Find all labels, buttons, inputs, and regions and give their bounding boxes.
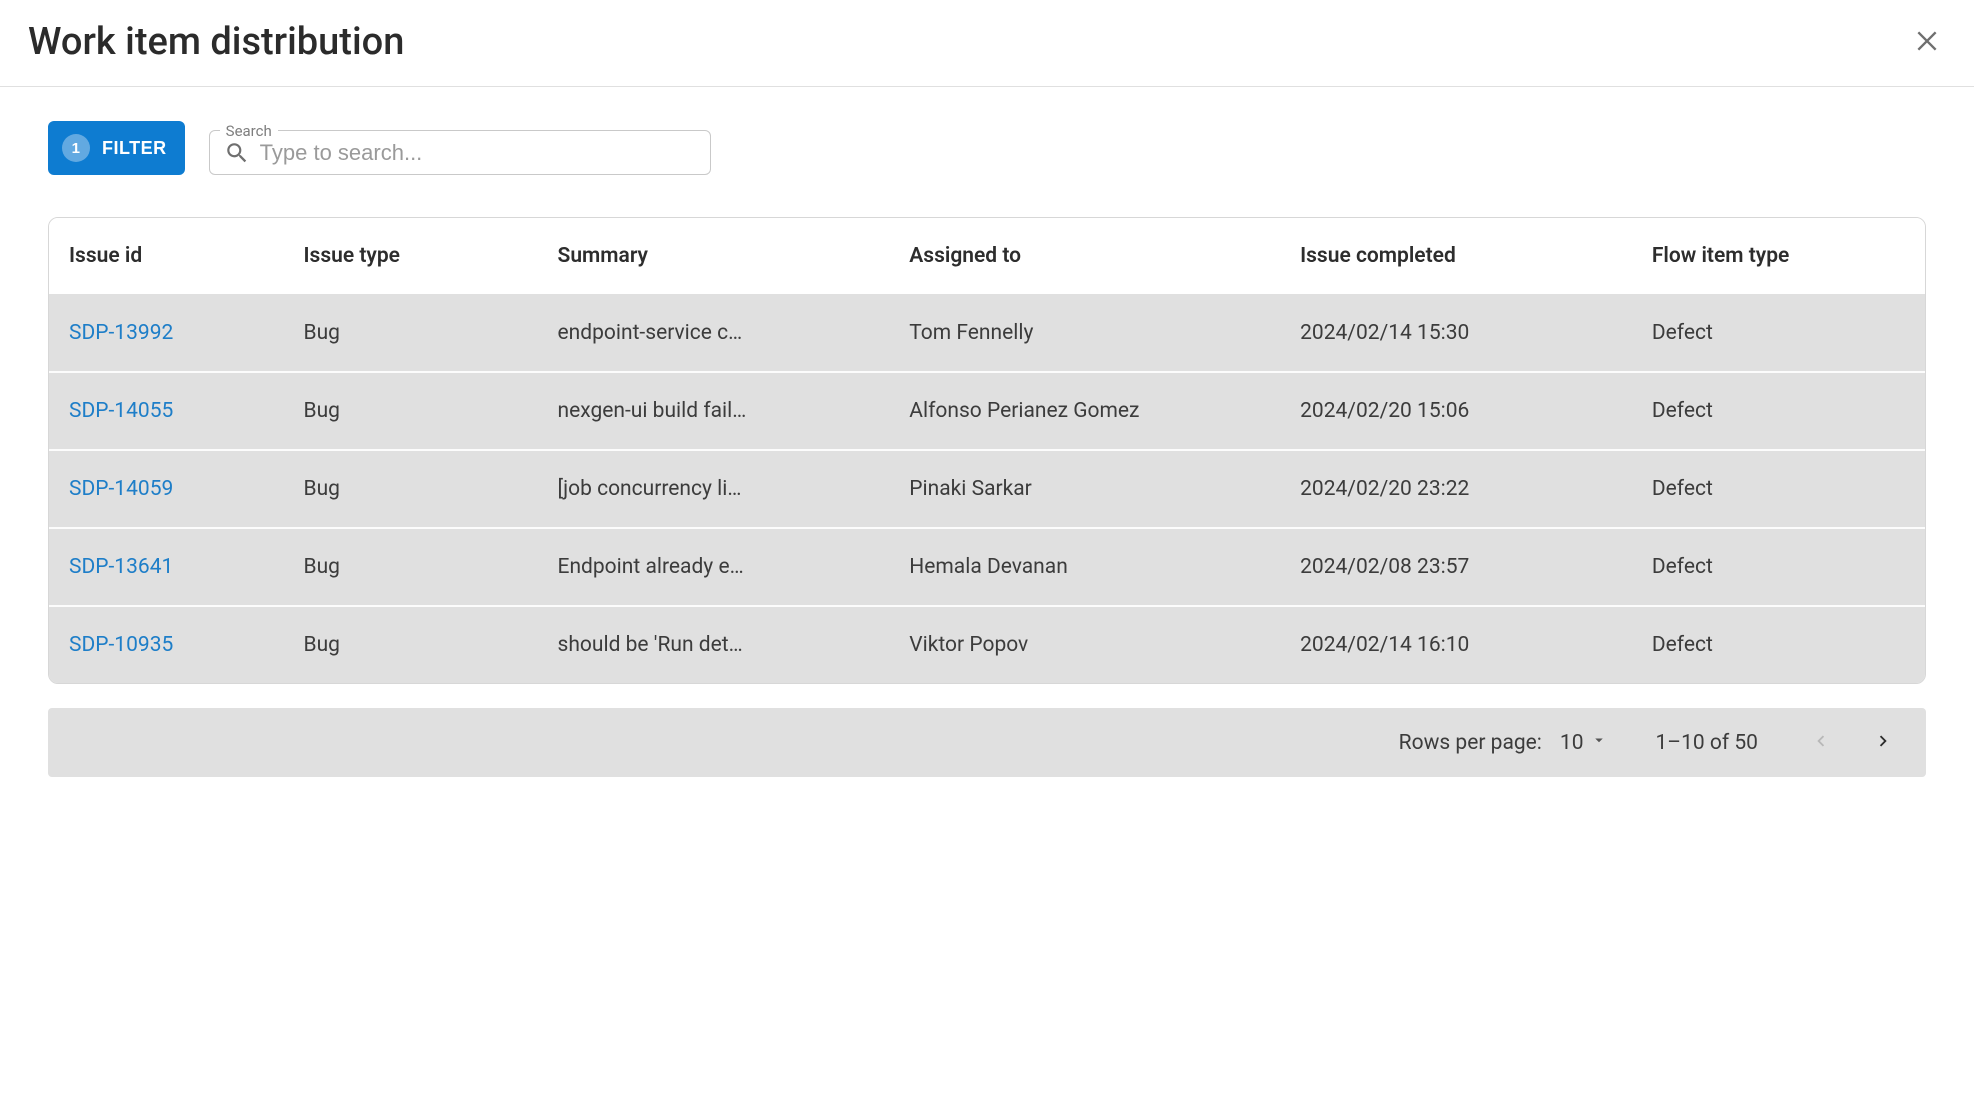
cell-summary: Endpoint already e… xyxy=(538,528,890,606)
cell-flow-item-type: Defect xyxy=(1632,528,1925,606)
close-icon xyxy=(1914,28,1940,57)
cell-issue-id: SDP-10935 xyxy=(49,606,283,683)
search-input[interactable] xyxy=(260,140,696,166)
cell-summary: should be 'Run det… xyxy=(538,606,890,683)
cell-flow-item-type: Defect xyxy=(1632,606,1925,683)
cell-issue-type: Bug xyxy=(283,606,537,683)
page-nav xyxy=(1806,726,1898,759)
chevron-right-icon xyxy=(1872,730,1894,755)
column-header-issue-id[interactable]: Issue id xyxy=(49,218,283,295)
dialog: Work item distribution 1 FILTER Search xyxy=(0,0,1974,1110)
cell-assigned-to: Hemala Devanan xyxy=(889,528,1280,606)
filter-button-label: FILTER xyxy=(102,138,167,159)
pagination-range: 1–10 of 50 xyxy=(1656,731,1759,755)
table-row[interactable]: SDP-10935 Bugshould be 'Run det…Viktor Po… xyxy=(49,606,1925,683)
cell-issue-completed: 2024/02/14 16:10 xyxy=(1280,606,1632,683)
issue-id-link[interactable]: SDP-14055 xyxy=(69,399,173,423)
dropdown-arrow-icon xyxy=(1590,731,1608,755)
table-header-row: Issue id Issue type Summary Assigned to … xyxy=(49,218,1925,295)
table-row[interactable]: SDP-14059 Bug[job concurrency li…Pinaki S… xyxy=(49,450,1925,528)
chevron-left-icon xyxy=(1810,730,1832,755)
cell-issue-completed: 2024/02/20 23:22 xyxy=(1280,450,1632,528)
rows-per-page-select[interactable]: 10 xyxy=(1560,731,1608,755)
cell-issue-completed: 2024/02/14 15:30 xyxy=(1280,295,1632,373)
cell-issue-id: SDP-13992 xyxy=(49,295,283,373)
column-header-issue-type[interactable]: Issue type xyxy=(283,218,537,295)
cell-issue-id: SDP-14055 xyxy=(49,372,283,450)
issue-id-link[interactable]: SDP-13992 xyxy=(69,321,173,345)
next-page-button[interactable] xyxy=(1868,726,1898,759)
cell-flow-item-type: Defect xyxy=(1632,372,1925,450)
dialog-title: Work item distribution xyxy=(28,20,404,64)
work-item-table: Issue id Issue type Summary Assigned to … xyxy=(48,217,1926,684)
cell-summary: [job concurrency li… xyxy=(538,450,890,528)
toolbar: 1 FILTER Search xyxy=(0,87,1974,175)
cell-summary: nexgen-ui build fail… xyxy=(538,372,890,450)
cell-issue-id: SDP-13641 xyxy=(49,528,283,606)
table-row[interactable]: SDP-13641 BugEndpoint already e…Hemala De… xyxy=(49,528,1925,606)
cell-issue-type: Bug xyxy=(283,372,537,450)
issue-id-link[interactable]: SDP-10935 xyxy=(69,633,173,657)
rows-per-page: Rows per page: 10 xyxy=(1399,731,1608,755)
close-button[interactable] xyxy=(1908,22,1946,63)
cell-assigned-to: Viktor Popov xyxy=(889,606,1280,683)
issue-id-link[interactable]: SDP-14059 xyxy=(69,477,173,501)
search-label: Search xyxy=(220,122,278,140)
cell-issue-id: SDP-14059 xyxy=(49,450,283,528)
cell-assigned-to: Tom Fennelly xyxy=(889,295,1280,373)
cell-issue-type: Bug xyxy=(283,528,537,606)
column-header-flow-item-type[interactable]: Flow item type xyxy=(1632,218,1925,295)
cell-assigned-to: Pinaki Sarkar xyxy=(889,450,1280,528)
cell-assigned-to: Alfonso Perianez Gomez xyxy=(889,372,1280,450)
table-row[interactable]: SDP-14055 Bugnexgen-ui build fail…Alfonso… xyxy=(49,372,1925,450)
dialog-header: Work item distribution xyxy=(0,0,1974,87)
column-header-summary[interactable]: Summary xyxy=(538,218,890,295)
pagination-bar: Rows per page: 10 1–10 of 50 xyxy=(48,708,1926,777)
issue-id-link[interactable]: SDP-13641 xyxy=(69,555,173,579)
filter-button[interactable]: 1 FILTER xyxy=(48,121,185,175)
rows-per-page-label: Rows per page: xyxy=(1399,731,1542,755)
search-icon xyxy=(224,140,250,166)
search-field: Search xyxy=(209,122,711,175)
previous-page-button[interactable] xyxy=(1806,726,1836,759)
table-row[interactable]: SDP-13992 Bugendpoint-service c…Tom Fenne… xyxy=(49,295,1925,373)
rows-per-page-value: 10 xyxy=(1560,731,1584,755)
filter-count-badge: 1 xyxy=(62,134,90,162)
column-header-issue-completed[interactable]: Issue completed xyxy=(1280,218,1632,295)
cell-issue-type: Bug xyxy=(283,295,537,373)
cell-issue-completed: 2024/02/08 23:57 xyxy=(1280,528,1632,606)
cell-flow-item-type: Defect xyxy=(1632,450,1925,528)
cell-summary: endpoint-service c… xyxy=(538,295,890,373)
column-header-assigned-to[interactable]: Assigned to xyxy=(889,218,1280,295)
cell-flow-item-type: Defect xyxy=(1632,295,1925,373)
cell-issue-completed: 2024/02/20 15:06 xyxy=(1280,372,1632,450)
cell-issue-type: Bug xyxy=(283,450,537,528)
